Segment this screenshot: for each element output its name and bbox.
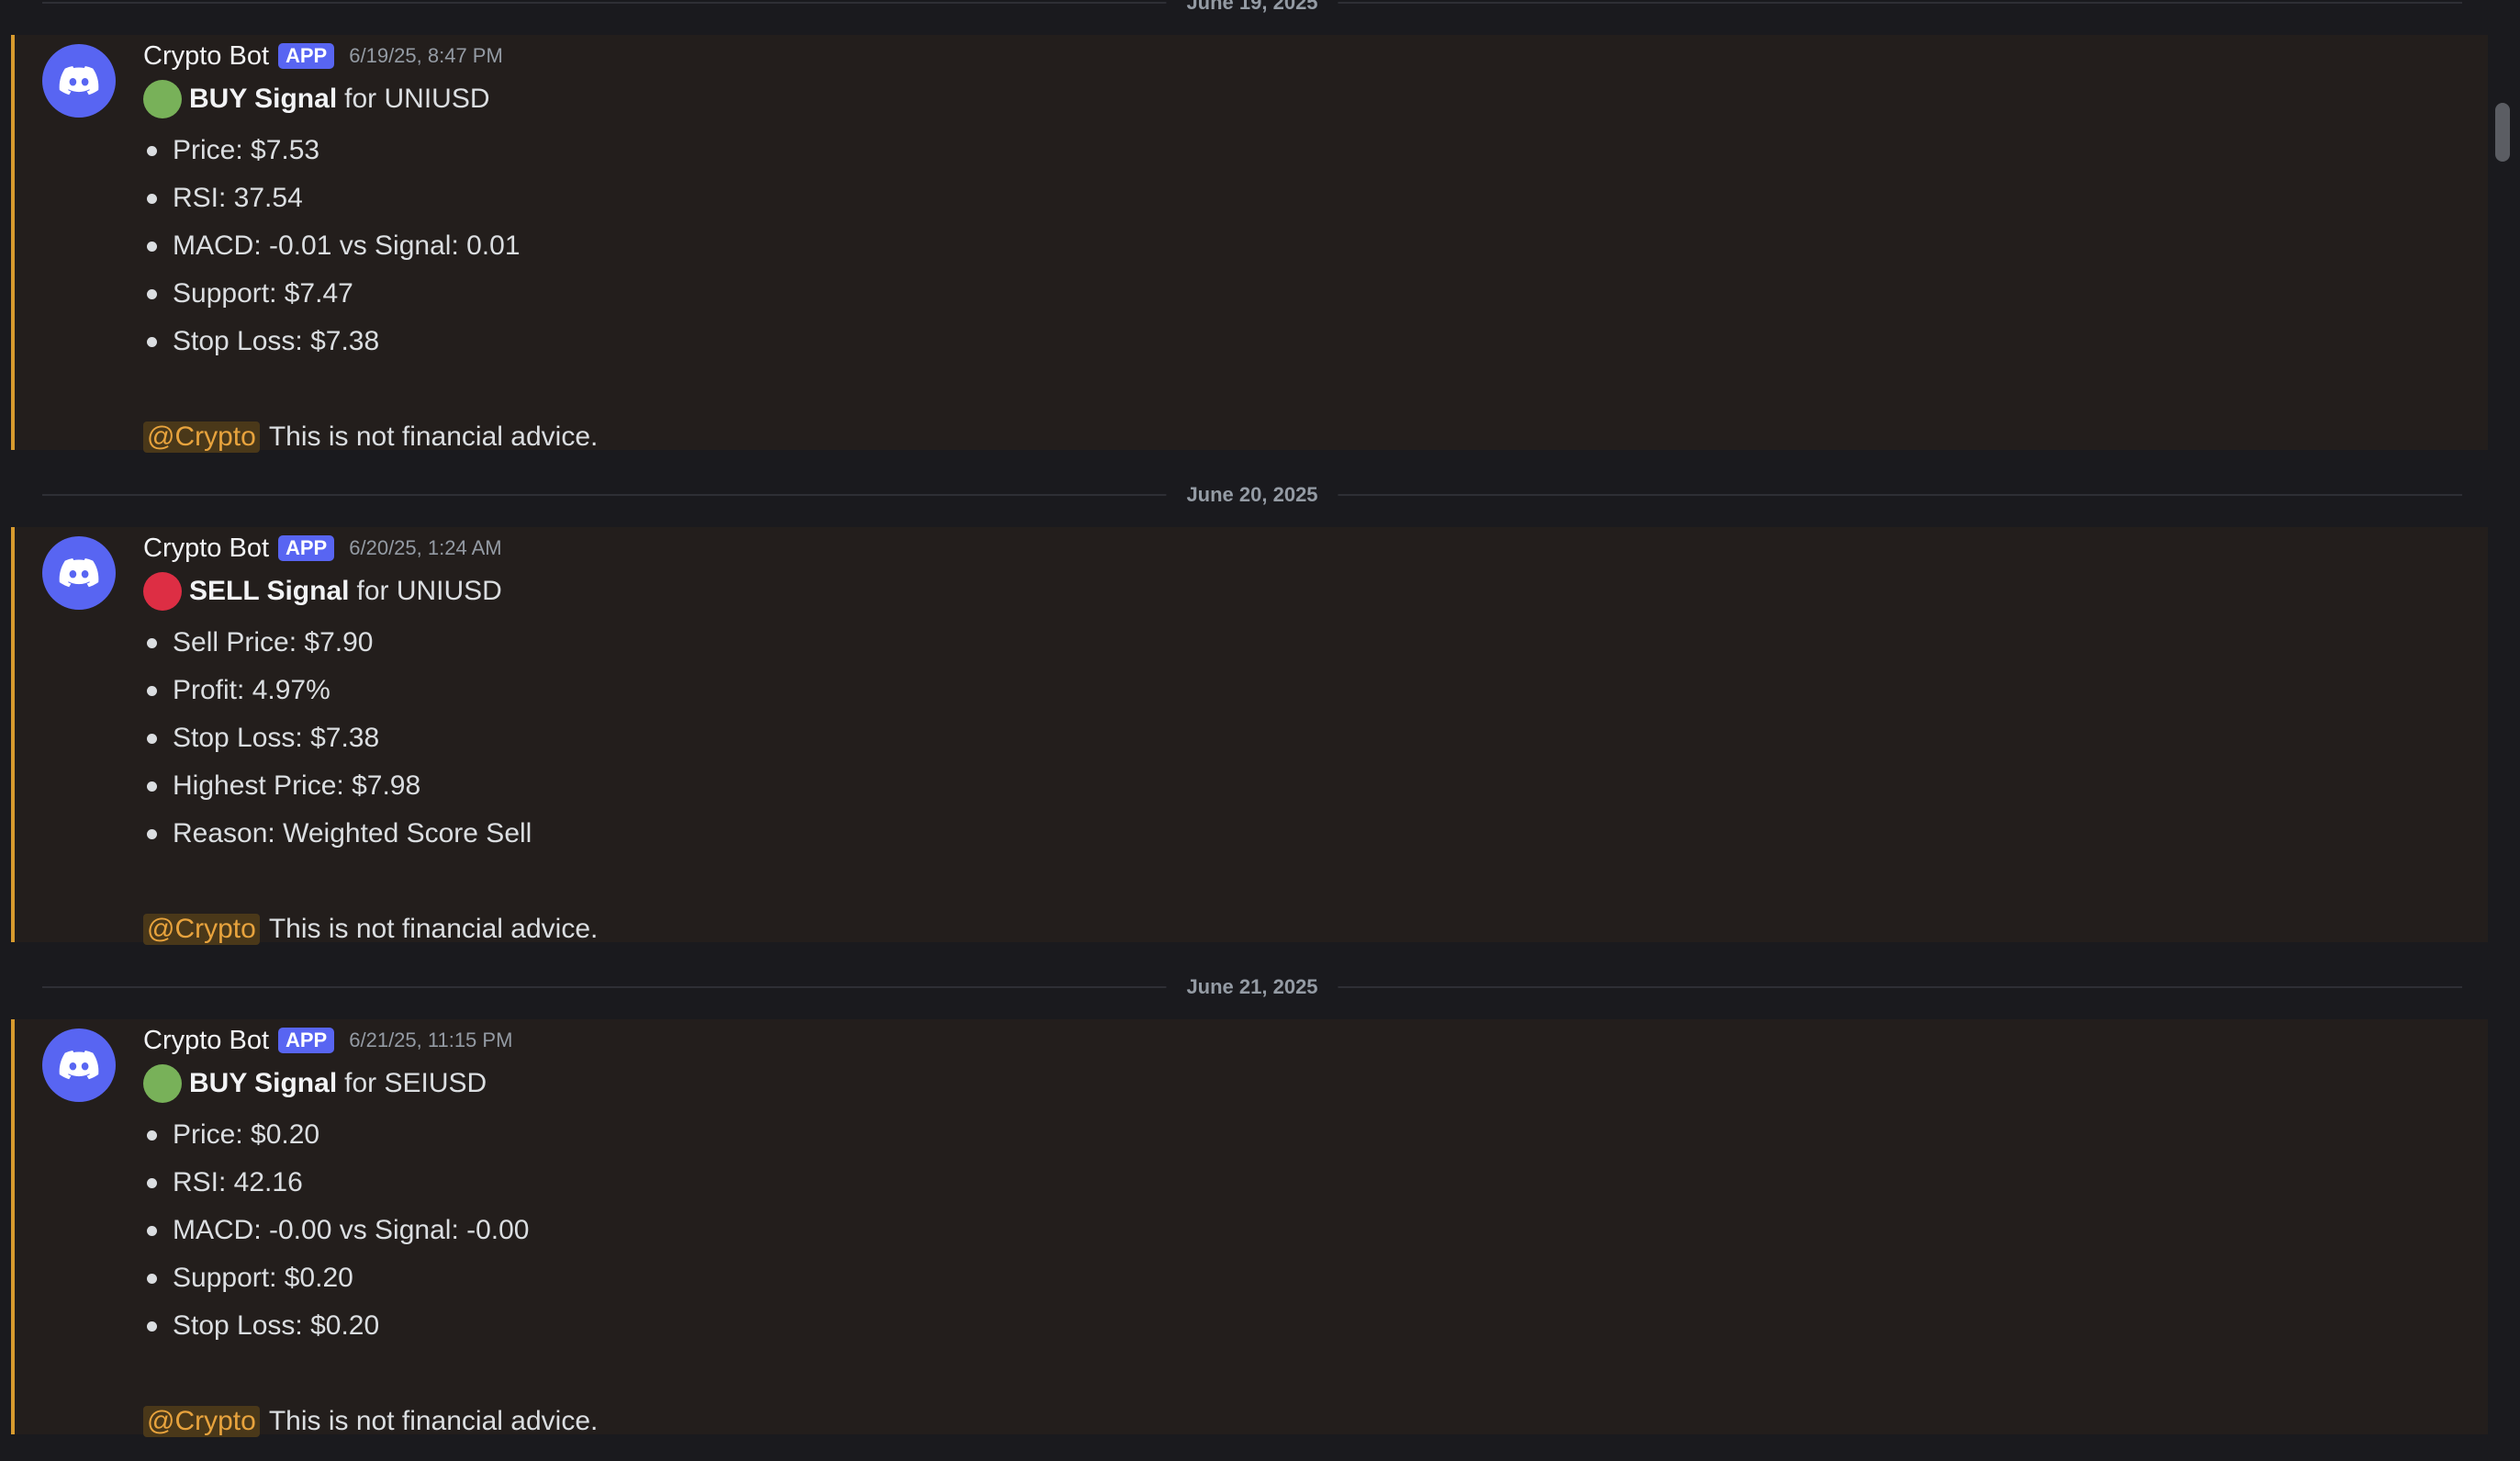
discord-logo-icon <box>59 558 99 588</box>
app-badge: APP <box>278 535 335 561</box>
list-item: Profit: 4.97% <box>143 667 532 714</box>
list-item-text: Stop Loss: $7.38 <box>173 326 380 356</box>
list-item: Stop Loss: $7.38 <box>143 714 532 762</box>
message-header: Crypto Bot APP 6/21/25, 11:15 PM <box>143 1023 512 1058</box>
message-header: Crypto Bot APP 6/19/25, 8:47 PM <box>143 39 503 73</box>
date-divider-label: June 19, 2025 <box>1166 0 1338 14</box>
role-mention[interactable]: @Crypto <box>143 1406 260 1437</box>
bullet-dot-icon <box>147 734 157 744</box>
list-item-text: Support: $0.20 <box>173 1263 353 1293</box>
list-item-text: Price: $7.53 <box>173 135 320 165</box>
date-divider-label: June 21, 2025 <box>1166 976 1338 998</box>
username[interactable]: Crypto Bot <box>143 1026 269 1056</box>
signal-line: BUY Signal for SEIUSD <box>143 1063 487 1104</box>
signal-label: BUY Signal <box>189 1068 338 1098</box>
bullet-dot-icon <box>147 829 157 839</box>
timestamp[interactable]: 6/19/25, 8:47 PM <box>349 44 503 68</box>
message-header: Crypto Bot APP 6/20/25, 1:24 AM <box>143 531 502 566</box>
scrollbar-thumb[interactable] <box>2495 103 2510 162</box>
list-item: Reason: Weighted Score Sell <box>143 810 532 858</box>
signal-line: BUY Signal for UNIUSD <box>143 79 490 119</box>
disclaimer-line: @Crypto This is not financial advice. <box>143 1403 598 1440</box>
bullet-dot-icon <box>147 1321 157 1332</box>
message-item[interactable]: Crypto Bot APP 6/21/25, 11:15 PM BUY Sig… <box>11 1019 2488 1437</box>
list-item: Stop Loss: $7.38 <box>143 318 521 365</box>
list-item: Highest Price: $7.98 <box>143 762 532 810</box>
list-item: Price: $7.53 <box>143 127 521 174</box>
list-item-text: Sell Price: $7.90 <box>173 627 374 657</box>
avatar[interactable] <box>42 44 116 118</box>
bullet-dot-icon <box>147 638 157 648</box>
role-mention[interactable]: @Crypto <box>143 914 260 945</box>
app-badge: APP <box>278 1028 335 1053</box>
list-item: Support: $0.20 <box>143 1254 530 1302</box>
disclaimer-line: @Crypto This is not financial advice. <box>143 911 598 948</box>
bullet-dot-icon <box>147 146 157 156</box>
signal-pair: for UNIUSD <box>344 84 490 114</box>
bullet-dot-icon <box>147 1130 157 1141</box>
disclaimer-line: @Crypto This is not financial advice. <box>143 419 598 455</box>
green-circle-icon <box>143 1064 182 1103</box>
timestamp[interactable]: 6/20/25, 1:24 AM <box>349 536 501 560</box>
list-item: Price: $0.20 <box>143 1111 530 1159</box>
red-circle-icon <box>143 572 182 611</box>
discord-logo-icon <box>59 1051 99 1080</box>
list-item: MACD: -0.00 vs Signal: -0.00 <box>143 1207 530 1254</box>
username[interactable]: Crypto Bot <box>143 41 269 72</box>
avatar[interactable] <box>42 536 116 610</box>
list-item: MACD: -0.01 vs Signal: 0.01 <box>143 222 521 270</box>
list-item: RSI: 37.54 <box>143 174 521 222</box>
list-item-text: Reason: Weighted Score Sell <box>173 818 532 849</box>
message-item[interactable]: Crypto Bot APP 6/20/25, 1:24 AM SELL Sig… <box>11 527 2488 945</box>
list-item: Stop Loss: $0.20 <box>143 1302 530 1350</box>
bullet-dot-icon <box>147 1274 157 1284</box>
role-mention[interactable]: @Crypto <box>143 421 260 453</box>
list-item-text: Support: $7.47 <box>173 278 353 309</box>
bullet-list: Price: $7.53 RSI: 37.54 MACD: -0.01 vs S… <box>143 127 521 365</box>
signal-line: SELL Signal for UNIUSD <box>143 571 502 612</box>
list-item-text: Highest Price: $7.98 <box>173 770 421 801</box>
signal-label: SELL Signal <box>189 576 350 606</box>
app-badge: APP <box>278 43 335 69</box>
green-circle-icon <box>143 80 182 118</box>
avatar[interactable] <box>42 1028 116 1102</box>
list-item-text: Profit: 4.97% <box>173 675 330 705</box>
message-item[interactable]: Crypto Bot APP 6/19/25, 8:47 PM BUY Sign… <box>11 35 2488 453</box>
date-divider-label: June 20, 2025 <box>1166 484 1338 506</box>
list-item: RSI: 42.16 <box>143 1159 530 1207</box>
list-item: Sell Price: $7.90 <box>143 619 532 667</box>
list-item: Support: $7.47 <box>143 270 521 318</box>
bullet-dot-icon <box>147 1178 157 1188</box>
signal-pair: for SEIUSD <box>344 1068 487 1098</box>
disclaimer-text: This is not financial advice. <box>268 421 599 452</box>
username[interactable]: Crypto Bot <box>143 534 269 564</box>
bullet-list: Sell Price: $7.90 Profit: 4.97% Stop Los… <box>143 619 532 858</box>
bullet-dot-icon <box>147 686 157 696</box>
discord-logo-icon <box>59 66 99 96</box>
signal-label: BUY Signal <box>189 84 338 114</box>
signal-pair: for UNIUSD <box>356 576 502 606</box>
list-item-text: RSI: 42.16 <box>173 1167 303 1197</box>
list-item-text: Price: $0.20 <box>173 1119 320 1150</box>
bullet-dot-icon <box>147 1226 157 1236</box>
timestamp[interactable]: 6/21/25, 11:15 PM <box>349 1028 512 1052</box>
date-divider: June 20, 2025 <box>42 484 2462 506</box>
list-item-text: MACD: -0.01 vs Signal: 0.01 <box>173 230 521 261</box>
bullet-dot-icon <box>147 337 157 347</box>
disclaimer-text: This is not financial advice. <box>268 1406 599 1436</box>
date-divider: June 19, 2025 <box>42 0 2462 14</box>
list-item-text: RSI: 37.54 <box>173 183 303 213</box>
bullet-dot-icon <box>147 194 157 204</box>
disclaimer-text: This is not financial advice. <box>268 914 599 944</box>
date-divider: June 21, 2025 <box>42 976 2462 998</box>
chat-message-list[interactable]: June 19, 2025 Crypto Bot APP 6/19/25, 8:… <box>0 0 2520 1461</box>
bullet-list: Price: $0.20 RSI: 42.16 MACD: -0.00 vs S… <box>143 1111 530 1350</box>
list-item-text: Stop Loss: $7.38 <box>173 723 380 753</box>
bullet-dot-icon <box>147 289 157 299</box>
list-item-text: Stop Loss: $0.20 <box>173 1310 380 1341</box>
list-item-text: MACD: -0.00 vs Signal: -0.00 <box>173 1215 530 1245</box>
bullet-dot-icon <box>147 781 157 792</box>
bullet-dot-icon <box>147 242 157 252</box>
